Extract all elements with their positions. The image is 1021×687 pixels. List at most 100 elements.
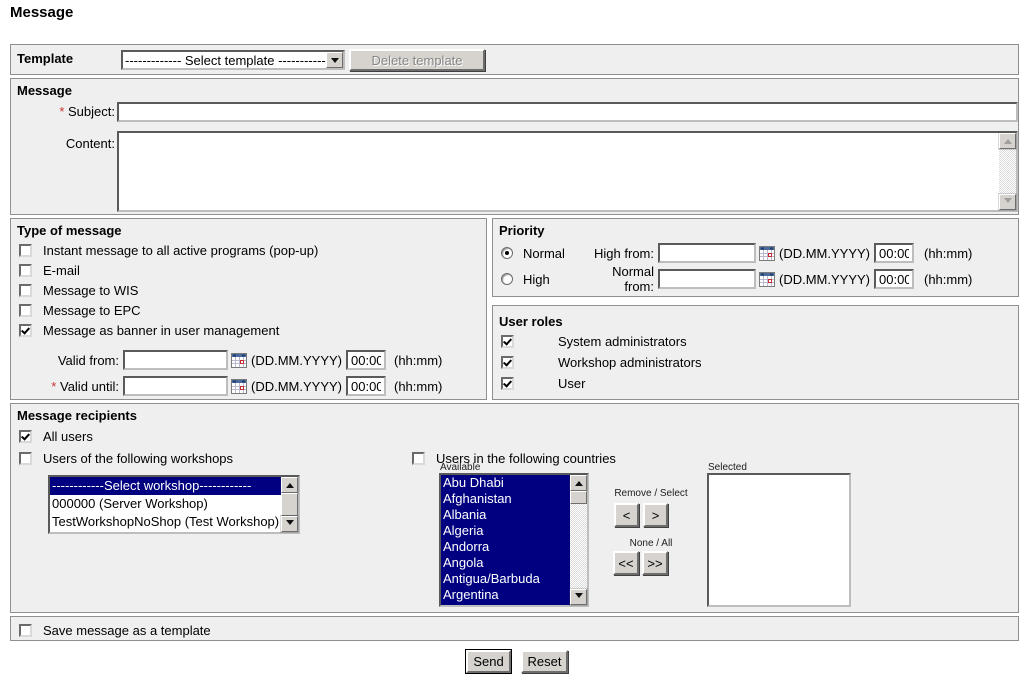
- scroll-down-button[interactable]: [999, 194, 1016, 210]
- system-administrators-label: System administrators: [558, 334, 687, 349]
- countries-scrollbar[interactable]: [570, 475, 587, 605]
- arrow-up-icon: [575, 477, 583, 486]
- select-all-button[interactable]: >>: [642, 551, 668, 575]
- workshop-list-item[interactable]: TestWorkshopNoShop (Test Workshop): [50, 513, 281, 531]
- delete-template-button[interactable]: Delete template: [349, 49, 485, 71]
- date-format-hint: (DD.MM.YYYY): [779, 272, 870, 287]
- page-title: Message: [10, 4, 73, 21]
- message-to-epc-checkbox[interactable]: [19, 304, 32, 317]
- chevron-down-icon: [331, 58, 339, 67]
- workshop-list-item[interactable]: ------------Select workshop------------: [50, 477, 281, 495]
- system-administrators-checkbox[interactable]: [501, 335, 514, 348]
- date-format-hint: (DD.MM.YYYY): [779, 246, 870, 261]
- calendar-icon[interactable]: [759, 246, 775, 261]
- arrow-down-icon: [286, 520, 294, 529]
- arrow-down-icon: [575, 593, 583, 602]
- high-from-date-input[interactable]: [658, 243, 756, 263]
- remove-country-button[interactable]: <: [614, 503, 639, 527]
- all-users-checkbox[interactable]: [19, 430, 32, 443]
- calendar-icon[interactable]: [231, 353, 247, 368]
- workshop-list-item[interactable]: 000000 (Server Workshop): [50, 495, 281, 513]
- countries-checkbox[interactable]: [412, 452, 425, 465]
- subject-input[interactable]: [117, 102, 1018, 122]
- workshops-checkbox[interactable]: [19, 452, 32, 465]
- priority-normal-label: Normal: [523, 246, 579, 261]
- save-template-section: Save message as a template: [10, 616, 1019, 641]
- valid-until-date-input[interactable]: [123, 376, 228, 396]
- message-to-wis-checkbox[interactable]: [19, 284, 32, 297]
- valid-until-time-input[interactable]: [346, 376, 386, 396]
- priority-high-row: High Normal from: (DD.MM.YYYY) (hh:mm): [493, 266, 1018, 292]
- scroll-up-button[interactable]: [281, 477, 298, 493]
- scroll-down-button[interactable]: [570, 589, 587, 605]
- high-from-label: High from:: [579, 246, 656, 261]
- scroll-track[interactable]: [570, 504, 587, 589]
- scroll-thumb[interactable]: [570, 491, 587, 504]
- instant-message-checkbox[interactable]: [19, 244, 32, 257]
- email-label: E-mail: [43, 263, 80, 278]
- template-select[interactable]: ------------- Select template ----------…: [121, 50, 345, 70]
- priority-high-radio[interactable]: [501, 273, 513, 285]
- high-from-time-input[interactable]: [874, 243, 914, 263]
- select-country-button[interactable]: >: [643, 503, 668, 527]
- available-countries-listbox[interactable]: Abu Dhabi Afghanistan Albania Algeria An…: [439, 473, 589, 607]
- country-list-item[interactable]: Argentina: [441, 587, 570, 603]
- send-button[interactable]: Send: [466, 650, 511, 673]
- save-template-checkbox[interactable]: [19, 624, 32, 637]
- reset-button[interactable]: Reset: [521, 650, 568, 673]
- country-list-item[interactable]: Angola: [441, 555, 570, 571]
- time-format-hint: (hh:mm): [924, 246, 972, 261]
- type-option-row: Message as banner in user management: [11, 320, 486, 340]
- content-textarea[interactable]: [117, 131, 1018, 212]
- valid-from-label: Valid from:: [11, 353, 121, 368]
- valid-from-time-input[interactable]: [346, 350, 386, 370]
- message-section: Message * Subject: Content:: [10, 78, 1019, 215]
- calendar-icon[interactable]: [759, 272, 775, 287]
- country-list-item[interactable]: Algeria: [441, 523, 570, 539]
- workshop-scrollbar[interactable]: [281, 477, 298, 532]
- priority-normal-row: Normal High from: (DD.MM.YYYY) (hh:mm): [493, 240, 1018, 266]
- country-list-item[interactable]: Andorra: [441, 539, 570, 555]
- date-format-hint: (DD.MM.YYYY): [251, 379, 342, 394]
- template-select-dropdown-button[interactable]: [326, 52, 343, 68]
- workshop-listbox[interactable]: ------------Select workshop------------ …: [48, 475, 300, 534]
- valid-from-date-input[interactable]: [123, 350, 228, 370]
- content-textarea-text[interactable]: [119, 133, 999, 210]
- country-list-item[interactable]: Antigua/Barbuda: [441, 571, 570, 587]
- scroll-down-button[interactable]: [281, 516, 298, 532]
- workshop-administrators-checkbox[interactable]: [501, 356, 514, 369]
- content-scrollbar[interactable]: [999, 133, 1016, 210]
- scroll-track[interactable]: [999, 149, 1016, 194]
- banner-message-label: Message as banner in user management: [43, 323, 279, 338]
- country-list-item[interactable]: Abu Dhabi: [441, 475, 570, 491]
- arrow-down-icon: [1004, 198, 1012, 207]
- available-country-items: Abu Dhabi Afghanistan Albania Algeria An…: [441, 475, 570, 605]
- banner-message-checkbox[interactable]: [19, 324, 32, 337]
- scroll-up-button[interactable]: [570, 475, 587, 491]
- workshop-list-items: ------------Select workshop------------ …: [50, 477, 281, 532]
- select-none-button[interactable]: <<: [613, 551, 639, 575]
- message-to-epc-label: Message to EPC: [43, 303, 141, 318]
- none-all-label: None / All: [606, 538, 696, 549]
- all-users-row: All users: [11, 426, 93, 446]
- selected-countries-listbox[interactable]: [707, 473, 851, 607]
- scroll-thumb[interactable]: [281, 493, 298, 516]
- workshop-administrators-label: Workshop administrators: [558, 355, 702, 370]
- priority-high-label: High: [523, 272, 579, 287]
- email-checkbox[interactable]: [19, 264, 32, 277]
- countries-row: Users in the following countries: [404, 448, 616, 468]
- scroll-up-button[interactable]: [999, 133, 1016, 149]
- normal-from-time-input[interactable]: [874, 269, 914, 289]
- template-select-value: ------------- Select template ----------…: [123, 53, 326, 68]
- arrow-up-icon: [1004, 135, 1012, 144]
- message-recipients-header: Message recipients: [11, 404, 1018, 425]
- selected-label: Selected: [708, 462, 747, 473]
- template-label: Template: [17, 51, 73, 66]
- user-role-row: Workshop administrators: [493, 352, 1018, 373]
- country-list-item[interactable]: Albania: [441, 507, 570, 523]
- calendar-icon[interactable]: [231, 379, 247, 394]
- priority-normal-radio[interactable]: [501, 247, 513, 259]
- normal-from-date-input[interactable]: [658, 269, 756, 289]
- country-list-item[interactable]: Afghanistan: [441, 491, 570, 507]
- user-role-checkbox[interactable]: [501, 377, 514, 390]
